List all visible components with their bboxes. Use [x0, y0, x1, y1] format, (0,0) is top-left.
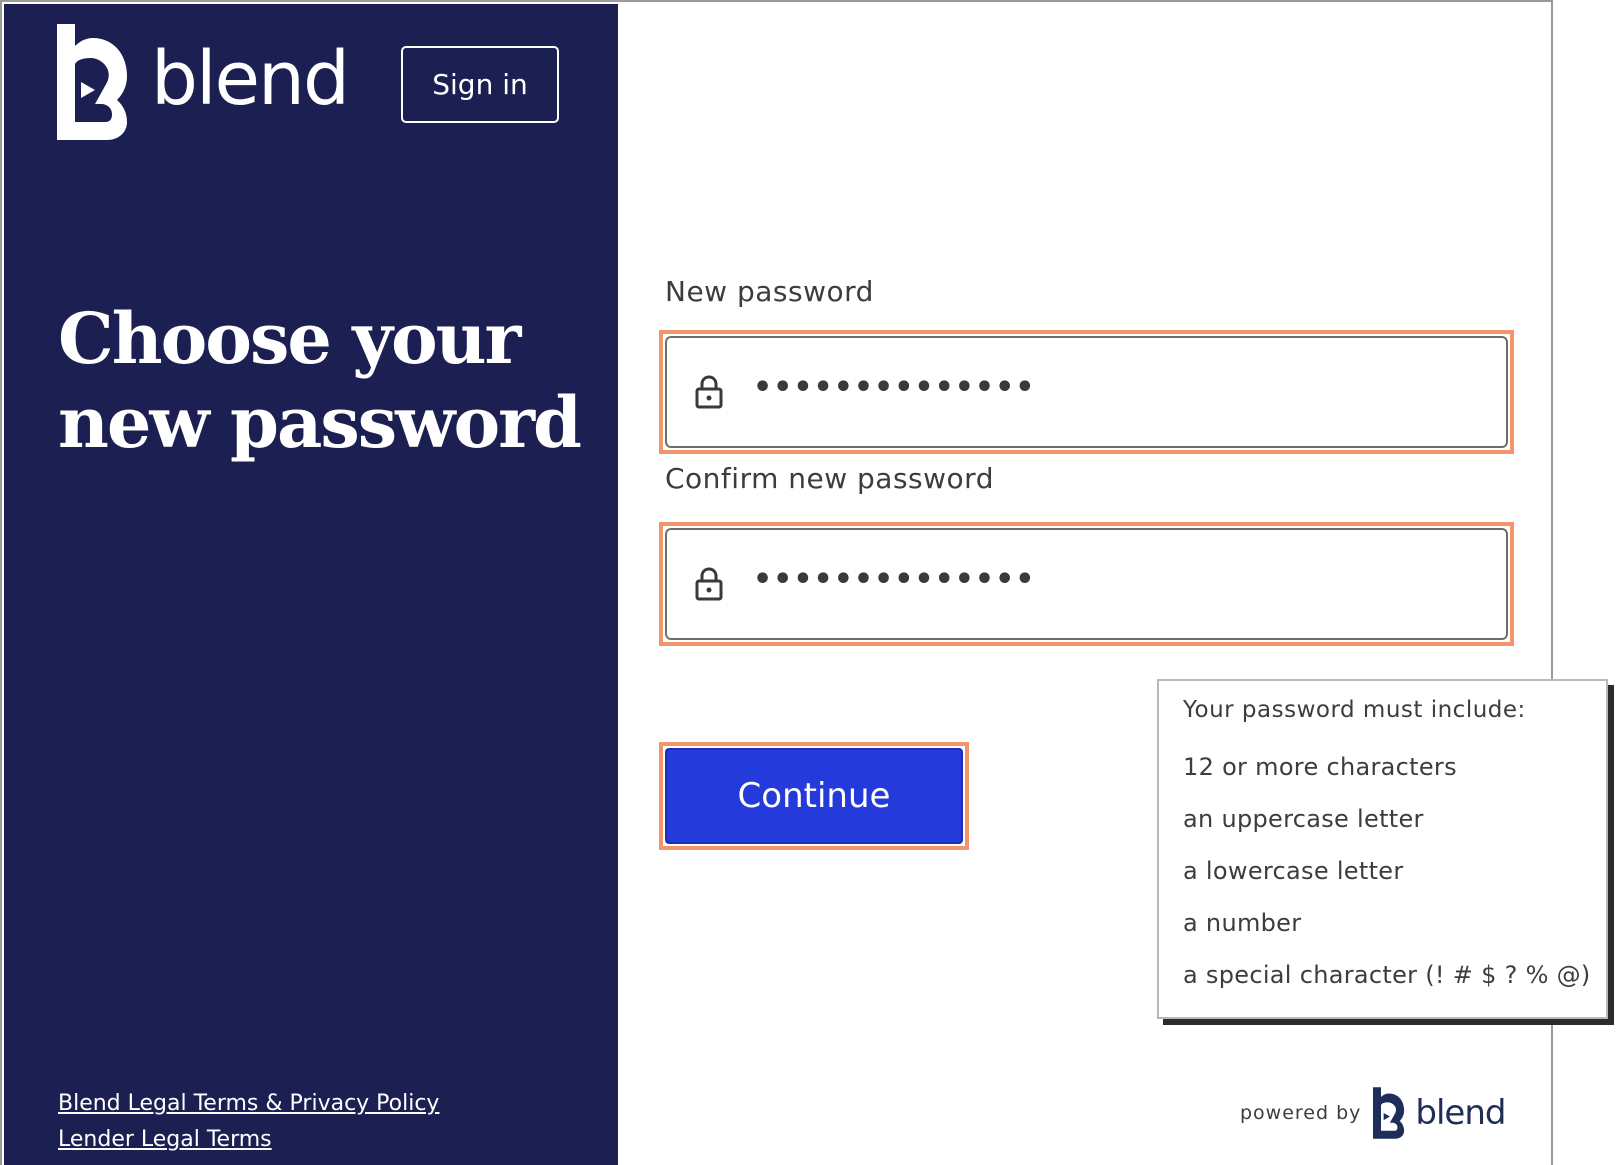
page-title-line-2: new password: [58, 381, 582, 464]
continue-button-outline: Continue: [659, 742, 969, 850]
new-password-input[interactable]: ••••••••••••••: [665, 336, 1508, 448]
confirm-password-input[interactable]: ••••••••••••••: [665, 528, 1508, 640]
new-password-field-outline: ••••••••••••••: [659, 330, 1514, 454]
continue-button[interactable]: Continue: [665, 748, 963, 844]
powered-brand-name: blend: [1415, 1093, 1506, 1133]
confirm-password-value: ••••••••••••••: [753, 561, 1036, 597]
requirements-list: 12 or more characters an uppercase lette…: [1183, 753, 1606, 1013]
new-password-label: New password: [665, 275, 874, 308]
lock-icon: [695, 567, 723, 601]
powered-by-blend: powered by blend: [1240, 1087, 1506, 1139]
brand-name: blend: [151, 36, 350, 122]
requirement-item: 12 or more characters: [1183, 753, 1457, 781]
requirements-title: Your password must include:: [1183, 697, 1526, 723]
confirm-password-label: Confirm new password: [665, 462, 994, 495]
page-title-line-1: Choose your: [58, 297, 521, 380]
requirement-item: a special character (! # $ ? % @): [1183, 961, 1591, 989]
blend-logo-icon: [1373, 1087, 1405, 1139]
lock-icon: [695, 375, 723, 409]
blend-legal-terms-link[interactable]: Blend Legal Terms & Privacy Policy: [58, 1086, 439, 1122]
legal-links: Blend Legal Terms & Privacy Policy Lende…: [58, 1086, 439, 1158]
lender-legal-terms-link[interactable]: Lender Legal Terms: [58, 1122, 439, 1158]
requirement-item: a lowercase letter: [1183, 857, 1404, 885]
password-requirements-tooltip: Your password must include: 12 or more c…: [1157, 679, 1608, 1019]
new-password-value: ••••••••••••••: [753, 369, 1036, 405]
powered-by-label: powered by: [1240, 1102, 1362, 1124]
blend-logo[interactable]: blend: [57, 24, 350, 140]
page-title: Choose your new password: [58, 297, 598, 465]
left-panel: blend Sign in Choose your new password B…: [4, 4, 618, 1165]
requirement-item: a number: [1183, 909, 1302, 937]
sign-in-button[interactable]: Sign in: [401, 46, 559, 123]
blend-logo-icon: [57, 24, 127, 140]
page-frame: blend Sign in Choose your new password B…: [0, 0, 1608, 1165]
confirm-password-field-outline: ••••••••••••••: [659, 522, 1514, 646]
requirement-item: an uppercase letter: [1183, 805, 1424, 833]
